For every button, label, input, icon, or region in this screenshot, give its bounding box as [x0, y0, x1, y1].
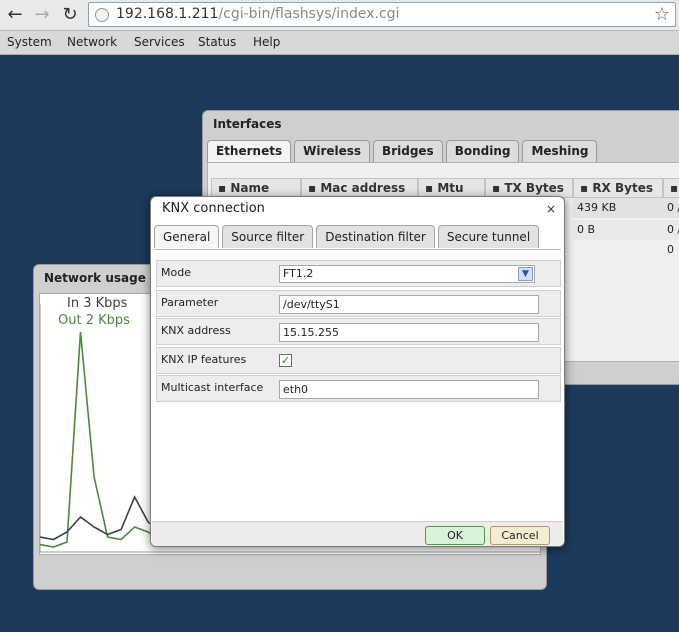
menu-help[interactable]: Help	[253, 35, 280, 49]
row1-rx: 439 KB	[573, 198, 663, 218]
globe-icon	[95, 8, 109, 22]
tab-bridges[interactable]: Bridges	[373, 140, 443, 162]
col-mac-label: Mac address	[320, 181, 406, 195]
col-name-label: Name	[230, 181, 270, 195]
interfaces-tabs: Ethernets Wireless Bridges Bonding Meshi…	[207, 140, 598, 162]
cancel-button[interactable]: Cancel	[490, 526, 550, 545]
mode-select[interactable]: FT1.2 ▼	[279, 265, 535, 283]
knx-ip-features-label: KNX IP features	[161, 353, 247, 366]
chevron-down-icon[interactable]: ▼	[518, 267, 533, 281]
col-mtu[interactable]: ▪ Mtu	[418, 178, 485, 198]
tab-general[interactable]: General	[154, 225, 220, 248]
interfaces-window-title: Interfaces	[213, 117, 282, 131]
menu-services[interactable]: Services	[134, 35, 185, 49]
col-mtu-label: Mtu	[437, 181, 464, 195]
bookmark-star-icon[interactable]: ☆	[654, 4, 670, 25]
knx-address-label: KNX address	[161, 324, 231, 337]
row-mode: Mode FT1.2 ▼	[156, 260, 561, 287]
tab-destination-filter[interactable]: Destination filter	[316, 225, 435, 248]
col-tx-label: TX Bytes	[504, 181, 564, 195]
multicast-interface-label: Multicast interface	[161, 381, 264, 394]
legend-in: In 3 Kbps	[67, 296, 128, 311]
network-usage-title: Network usage fo	[44, 271, 164, 285]
row-knx-ip-features: KNX IP features ✓	[156, 347, 561, 374]
menu-network[interactable]: Network	[67, 35, 117, 49]
col-e[interactable]: ▪ E	[663, 178, 679, 213]
forward-arrow-icon[interactable]: →	[31, 4, 53, 26]
row2-e: 0 / 0	[663, 220, 679, 256]
menu-system[interactable]: System	[7, 35, 52, 49]
dialog-title: KNX connection	[162, 201, 265, 216]
tab-meshing[interactable]: Meshing	[522, 140, 598, 162]
browser-toolbar: ← → ↻ 192.168.1.211/cgi-bin/flashsys/ind…	[0, 0, 679, 31]
mode-label: Mode	[161, 266, 191, 279]
dialog-footer: OK Cancel	[152, 521, 563, 546]
col-name[interactable]: ▪ Name	[211, 178, 301, 198]
close-icon[interactable]: ×	[546, 202, 556, 216]
ok-button[interactable]: OK	[425, 526, 485, 545]
dialog-tabs: General Source filter Destination filter…	[154, 225, 540, 248]
tab-ethernets[interactable]: Ethernets	[207, 140, 292, 162]
row2-rx: 0 B	[573, 220, 663, 240]
knx-connection-dialog: KNX connection × General Source filter D…	[150, 196, 565, 547]
col-rx-label: RX Bytes	[592, 181, 653, 195]
row-knx-address: KNX address 15.15.255	[156, 318, 561, 345]
mode-value: FT1.2	[283, 267, 314, 280]
menu-status[interactable]: Status	[198, 35, 236, 49]
tab-secure-tunnel[interactable]: Secure tunnel	[437, 225, 540, 248]
address-bar[interactable]: 192.168.1.211/cgi-bin/flashsys/index.cgi…	[88, 2, 676, 27]
url-path: /cgi-bin/flashsys/index.cgi	[218, 6, 400, 22]
legend-out: Out 2 Kbps	[58, 313, 130, 328]
url-text: 192.168.1.211/cgi-bin/flashsys/index.cgi	[116, 6, 399, 22]
multicast-interface-input[interactable]: eth0	[279, 380, 539, 399]
parameter-label: Parameter	[161, 296, 219, 309]
app-menubar: System Network Services Status Help	[0, 31, 679, 55]
tab-bonding[interactable]: Bonding	[445, 140, 520, 162]
tab-source-filter[interactable]: Source filter	[222, 225, 314, 248]
knx-address-input[interactable]: 15.15.255	[279, 323, 539, 342]
col-rx[interactable]: ▪ RX Bytes	[573, 178, 663, 198]
reload-icon[interactable]: ↻	[59, 4, 81, 26]
row1-e: 0 / 0	[663, 198, 679, 234]
row-parameter: Parameter /dev/ttyS1	[156, 290, 561, 317]
general-panel: Mode FT1.2 ▼ Parameter /dev/ttyS1 KNX ad…	[154, 249, 561, 517]
knx-ip-features-checkbox[interactable]: ✓	[279, 354, 292, 367]
tab-wireless[interactable]: Wireless	[294, 140, 371, 162]
col-mac[interactable]: ▪ Mac address	[301, 178, 418, 198]
row-multicast-interface: Multicast interface eth0	[156, 375, 561, 402]
url-host: 192.168.1.211	[116, 6, 219, 22]
back-arrow-icon[interactable]: ←	[4, 4, 26, 26]
col-tx[interactable]: ▪ TX Bytes	[485, 178, 573, 198]
parameter-input[interactable]: /dev/ttyS1	[279, 295, 539, 314]
